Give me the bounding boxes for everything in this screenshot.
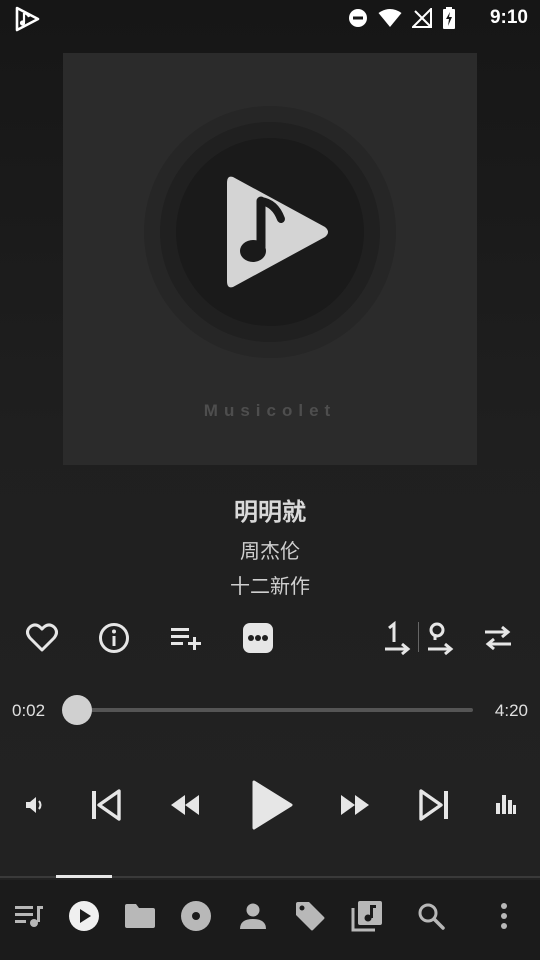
repeat-one-icon <box>382 620 412 656</box>
fast-forward-button[interactable] <box>335 786 375 824</box>
info-icon <box>98 622 130 654</box>
bottom-nav <box>0 880 540 960</box>
play-icon <box>250 779 294 831</box>
elapsed-time: 0:02 <box>12 701 46 720</box>
tab-artists[interactable] <box>235 898 271 934</box>
tab-queue[interactable] <box>10 898 48 934</box>
active-tab-indicator <box>56 875 112 878</box>
add-to-queue-icon <box>170 625 202 651</box>
seek-bar[interactable] <box>62 695 473 725</box>
album-icon <box>180 900 212 932</box>
equalizer-button[interactable] <box>490 788 522 820</box>
search-icon <box>417 902 445 930</box>
add-to-queue-button[interactable] <box>166 620 206 656</box>
heart-icon <box>26 623 58 653</box>
album-art-wordmark: Musicolet <box>203 401 337 420</box>
more-vert-icon <box>500 902 508 930</box>
musicolet-logo-icon <box>221 171 333 293</box>
do-not-disturb-icon <box>348 8 368 28</box>
battery-charging-icon <box>442 7 456 29</box>
total-time: 4:20 <box>494 701 528 720</box>
tag-icon <box>294 900 326 932</box>
queue-music-icon <box>13 902 45 930</box>
repeat-one-button[interactable] <box>380 619 414 657</box>
tab-now-playing[interactable] <box>66 898 102 934</box>
clock: 9:10 <box>489 7 528 28</box>
status-bar: 9:10 <box>0 0 540 36</box>
play-circle-icon <box>68 900 100 932</box>
tab-genres[interactable] <box>291 898 329 934</box>
skip-next-icon <box>417 788 451 822</box>
track-title: 明明就 <box>234 499 306 526</box>
album-art[interactable]: Musicolet <box>63 53 477 465</box>
info-button[interactable] <box>95 620 133 656</box>
track-artist[interactable]: 周杰伦 <box>0 535 540 564</box>
repeat-button[interactable] <box>480 620 516 656</box>
fast-forward-icon <box>339 793 371 817</box>
rewind-icon <box>169 793 201 817</box>
skip-previous-icon <box>89 788 123 822</box>
volume-button[interactable] <box>20 790 50 820</box>
volume-icon <box>24 794 46 816</box>
overflow-menu-button[interactable] <box>490 898 518 934</box>
track-album[interactable]: 十二新作 <box>0 570 540 599</box>
next-button[interactable] <box>412 782 456 828</box>
no-signal-icon <box>412 8 432 28</box>
tab-playlists[interactable] <box>348 898 386 934</box>
app-logo-icon <box>14 6 40 32</box>
tab-search[interactable] <box>413 898 449 934</box>
tab-folders[interactable] <box>121 898 159 934</box>
tab-albums[interactable] <box>178 898 214 934</box>
repeat-icon <box>483 624 513 652</box>
stop-after-queue-icon <box>425 620 455 656</box>
more-options-button[interactable] <box>239 620 277 656</box>
seek-thumb[interactable] <box>62 695 93 725</box>
play-button[interactable] <box>244 772 300 838</box>
action-separator <box>418 622 419 652</box>
wifi-icon <box>378 8 402 28</box>
folder-icon <box>124 903 156 929</box>
favorite-button[interactable] <box>23 620 61 656</box>
library-music-icon <box>351 900 383 932</box>
more-icon <box>242 622 274 654</box>
previous-button[interactable] <box>84 782 128 828</box>
rewind-button[interactable] <box>165 786 205 824</box>
person-icon <box>239 902 267 930</box>
equalizer-icon <box>495 793 517 815</box>
stop-after-queue-button[interactable] <box>423 619 457 657</box>
